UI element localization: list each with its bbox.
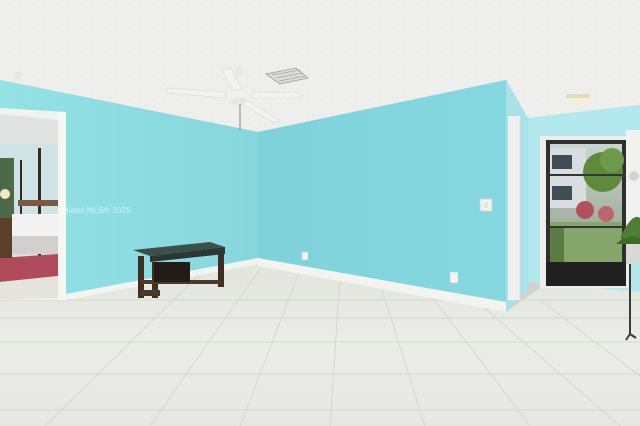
mls-watermark: Miami MLS® 2025 xyxy=(62,206,131,215)
light-switch-toggle[interactable] xyxy=(484,202,488,208)
sliding-glass-door[interactable] xyxy=(540,136,630,288)
wall-outlet-left xyxy=(301,251,309,261)
wall-outlet xyxy=(449,271,459,284)
smoke-detector xyxy=(14,71,22,79)
room-photo: Miami MLS® 2025 xyxy=(0,0,640,426)
bedroom-doorway xyxy=(0,108,66,300)
